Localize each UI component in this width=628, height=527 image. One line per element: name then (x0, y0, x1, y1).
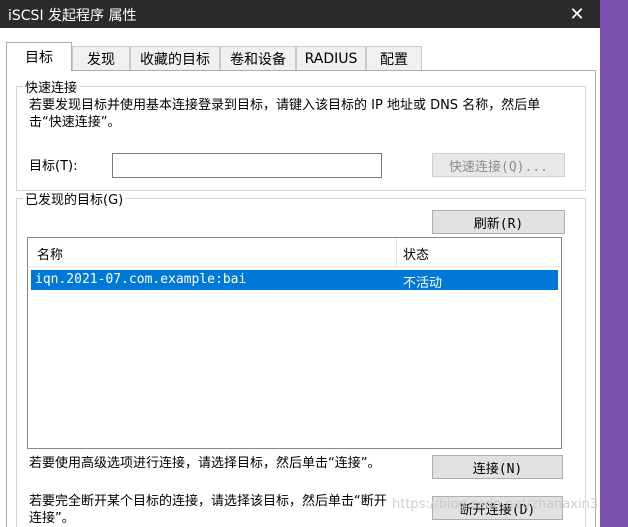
connect-instructions: 若要使用高级选项进行连接，请选择目标，然后单击“连接”。 (29, 456, 381, 471)
quick-connect-button[interactable]: 快速连接(Q)... (432, 153, 565, 177)
discovered-targets-legend: 已发现的目标(G) (25, 193, 124, 208)
tab-volumes-devices[interactable]: 卷和设备 (220, 46, 296, 70)
table-row[interactable]: iqn.2021-07.com.example:bai 不活动 (31, 270, 558, 291)
list-header: 名称 状态 (28, 238, 561, 267)
close-icon[interactable]: ✕ (554, 0, 600, 28)
target-label: 目标(T): (29, 159, 78, 174)
tab-configuration[interactable]: 配置 (366, 46, 422, 70)
disconnect-instructions: 若要完全断开某个目标的连接，请选择该目标，然后单击“断开连接”。 (29, 494, 387, 526)
connect-button[interactable]: 连接(N) (432, 455, 563, 479)
target-name-cell: iqn.2021-07.com.example:bai (35, 272, 247, 287)
discovered-targets-list[interactable]: 名称 状态 iqn.2021-07.com.example:bai 不活动 (27, 237, 562, 449)
iscsi-properties-window: iSCSI 发起程序 属性 ✕ 目标 发现 收藏的目标 卷和设备 RADIUS … (0, 0, 600, 527)
tab-favorite-targets[interactable]: 收藏的目标 (130, 46, 220, 70)
tab-panel-targets: 快速连接 若要发现目标并使用基本连接登录到目标，请键入该目标的 IP 地址或 D… (6, 70, 596, 527)
tab-discovery[interactable]: 发现 (72, 46, 130, 70)
tab-strip: 目标 发现 收藏的目标 卷和设备 RADIUS 配置 (6, 42, 596, 71)
target-status-cell: 不活动 (403, 276, 443, 291)
column-divider[interactable] (396, 238, 397, 266)
tab-radius[interactable]: RADIUS (296, 46, 366, 70)
column-header-name[interactable]: 名称 (37, 244, 63, 263)
quick-connect-description: 若要发现目标并使用基本连接登录到目标，请键入该目标的 IP 地址或 DNS 名称… (29, 98, 541, 130)
tab-targets[interactable]: 目标 (6, 42, 72, 71)
target-input[interactable] (112, 153, 382, 178)
title-bar[interactable]: iSCSI 发起程序 属性 ✕ (0, 0, 600, 28)
watermark-url: https://blog.csdn.net/zhanaxin31 (392, 497, 600, 512)
quick-connect-legend: 快速连接 (25, 81, 78, 96)
column-header-status[interactable]: 状态 (403, 244, 429, 263)
refresh-button[interactable]: 刷新(R) (432, 210, 565, 234)
window-title: iSCSI 发起程序 属性 (8, 8, 137, 24)
